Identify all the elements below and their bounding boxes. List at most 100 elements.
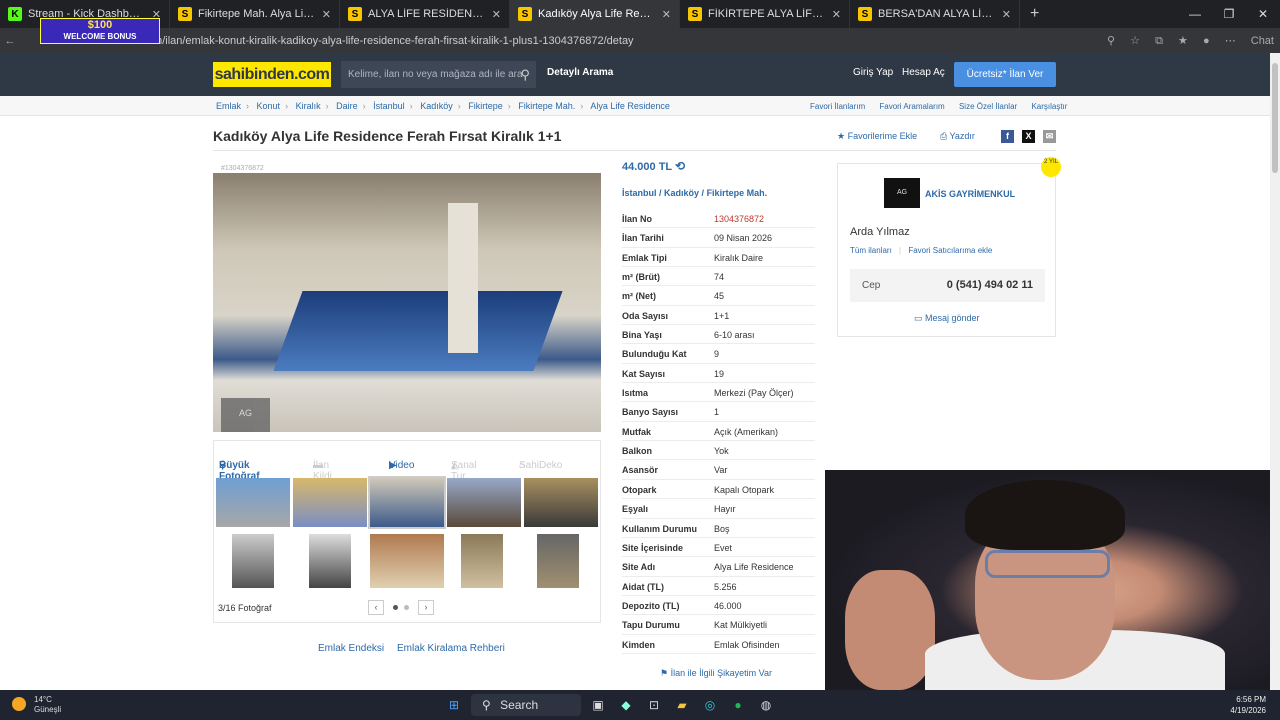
- compare-link[interactable]: Karşılaştır: [1031, 102, 1067, 111]
- taskbar-search[interactable]: ⚲ Search: [471, 694, 581, 716]
- breadcrumb-item[interactable]: Daire: [336, 101, 358, 111]
- location-district[interactable]: Kadıköy: [664, 188, 699, 198]
- spotify-icon[interactable]: ●: [727, 694, 749, 716]
- browser-tab[interactable]: S BERSA'DAN ALYA LİFE RESİDENCE ✕: [850, 0, 1020, 28]
- close-window-icon[interactable]: ✕: [1246, 0, 1280, 28]
- spec-label: Emlak Tipi: [622, 252, 667, 263]
- thumbnail[interactable]: [216, 478, 290, 527]
- task-view-icon[interactable]: ▣: [587, 694, 609, 716]
- back-icon[interactable]: ←: [0, 35, 20, 47]
- store-icon[interactable]: ⊡: [643, 694, 665, 716]
- breadcrumb-item[interactable]: Fikirtepe Mah.: [518, 101, 575, 111]
- close-icon[interactable]: ✕: [1002, 8, 1011, 21]
- close-icon[interactable]: ✕: [492, 8, 501, 21]
- register-link[interactable]: Hesap Aç: [902, 67, 945, 78]
- complaint-link[interactable]: ⚑ İlan ile İlgili Şikayetim Var: [660, 668, 772, 679]
- spec-value: Kapalı Otopark: [714, 484, 775, 495]
- print-link[interactable]: ⎙ Yazdır: [940, 131, 975, 142]
- spec-label: Depozito (TL): [622, 600, 680, 611]
- breadcrumb-item[interactable]: İstanbul: [373, 101, 405, 111]
- thumbnail[interactable]: [537, 534, 579, 588]
- phone-box: Cep 0 (541) 494 02 11: [850, 269, 1045, 302]
- phone-number[interactable]: 0 (541) 494 02 11: [947, 279, 1033, 291]
- minimize-icon[interactable]: —: [1178, 0, 1212, 28]
- copilot-button[interactable]: Chat: [1251, 35, 1274, 47]
- thumbnail[interactable]: [293, 478, 367, 527]
- zoom-icon[interactable]: ⚲: [1107, 35, 1115, 47]
- store-name[interactable]: AKİS GAYRİMENKUL: [925, 189, 1015, 199]
- advanced-search-link[interactable]: Detaylı Arama: [547, 67, 613, 78]
- scrollbar-thumb[interactable]: [1272, 63, 1278, 173]
- browser-tab[interactable]: S ALYA LİFE RESİDENCE DE 3 METRE ✕: [340, 0, 510, 28]
- add-favorite-link[interactable]: ★ Favorilerime Ekle: [837, 131, 917, 142]
- browser-tab[interactable]: S FİKİRTEPE ALYA LİFE SİTESİNDE, Gİ ✕: [680, 0, 850, 28]
- thumbnail-selected[interactable]: [368, 476, 446, 529]
- thumbnail[interactable]: [309, 534, 351, 588]
- profile-icon[interactable]: ●: [1203, 35, 1210, 47]
- location-neighborhood[interactable]: Fikirtepe Mah.: [707, 188, 768, 198]
- facebook-icon[interactable]: f: [1001, 130, 1014, 143]
- clock[interactable]: 6:56 PM 4/19/2026: [1230, 694, 1266, 716]
- post-ad-button[interactable]: Ücretsiz* İlan Ver: [954, 62, 1056, 87]
- app-icon[interactable]: ◍: [755, 694, 777, 716]
- login-link[interactable]: Giriş Yap: [853, 67, 893, 78]
- favorite-seller-link[interactable]: Favori Satıcılarıma ekle: [908, 246, 992, 255]
- spec-label: Bulunduğu Kat: [622, 349, 687, 360]
- new-tab-button[interactable]: +: [1030, 5, 1039, 23]
- rental-guide-link[interactable]: Emlak Kiralama Rehberi: [397, 643, 505, 654]
- all-ads-link[interactable]: Tüm ilanları: [850, 246, 892, 255]
- spec-label: Otopark: [622, 484, 657, 495]
- thumbnail[interactable]: [461, 534, 503, 588]
- location-city[interactable]: İstanbul: [622, 188, 657, 198]
- url-field[interactable]: den.com/ilan/emlak-konut-kiralik-kadikoy…: [120, 35, 1101, 47]
- folder-icon[interactable]: ▰: [671, 694, 693, 716]
- close-icon[interactable]: ✕: [832, 8, 841, 21]
- copilot-icon[interactable]: ◆: [615, 694, 637, 716]
- history-icon[interactable]: ⟲: [675, 159, 685, 173]
- search-input[interactable]: Kelime, ilan no veya mağaza adı ile ara ⚲: [341, 61, 536, 88]
- thumbnail[interactable]: [524, 478, 598, 527]
- x-icon[interactable]: X: [1022, 130, 1035, 143]
- browser-tab[interactable]: S Fikirtepe Mah. Alya Life Residence ✕: [170, 0, 340, 28]
- mail-icon[interactable]: ✉: [1043, 130, 1056, 143]
- close-icon[interactable]: ✕: [662, 8, 671, 21]
- spec-label: Mutfak: [622, 426, 651, 437]
- site-logo[interactable]: sahibinden.com: [213, 62, 331, 87]
- spec-row: Tapu Durumu Kat Mülkiyetli: [622, 615, 815, 635]
- breadcrumb-item[interactable]: Kadıköy: [420, 101, 453, 111]
- edge-icon[interactable]: ◎: [699, 694, 721, 716]
- spec-label: Isıtma: [622, 388, 649, 399]
- store-logo[interactable]: AG: [884, 178, 920, 208]
- send-message-link[interactable]: ▭ Mesaj gönder: [914, 313, 980, 324]
- weather-condition: Güneşli: [34, 705, 62, 714]
- breadcrumb-item[interactable]: Konut: [257, 101, 281, 111]
- prev-page-button[interactable]: ‹: [368, 600, 384, 615]
- breadcrumb-item[interactable]: Kiralık: [296, 101, 321, 111]
- special-listings-link[interactable]: Size Özel İlanlar: [959, 102, 1017, 111]
- favorite-listings-link[interactable]: Favori İlanlarım: [810, 102, 865, 111]
- spec-label: Kat Sayısı: [622, 368, 666, 379]
- maximize-icon[interactable]: ❐: [1212, 0, 1246, 28]
- main-photo[interactable]: AG: [213, 173, 601, 432]
- breadcrumb-item[interactable]: Emlak: [216, 101, 241, 111]
- scrollbar[interactable]: [1270, 53, 1280, 690]
- favorites-icon[interactable]: ★: [1178, 35, 1188, 47]
- page-dot-active[interactable]: [393, 605, 398, 610]
- search-icon[interactable]: ⚲: [520, 61, 530, 88]
- browser-tab-active[interactable]: S Kadıköy Alya Life Residence Feral ✕: [510, 0, 680, 28]
- weather-widget[interactable]: 14°C Güneşli: [12, 695, 61, 715]
- real-estate-index-link[interactable]: Emlak Endeksi: [318, 643, 384, 654]
- close-icon[interactable]: ✕: [322, 8, 331, 21]
- thumbnail[interactable]: [447, 478, 521, 527]
- breadcrumb-item[interactable]: Fikirtepe: [468, 101, 503, 111]
- extensions-icon[interactable]: ⧉: [1155, 35, 1163, 47]
- next-page-button[interactable]: ›: [418, 600, 434, 615]
- page-dot[interactable]: [404, 605, 409, 610]
- windows-start-icon[interactable]: ⊞: [443, 694, 465, 716]
- star-icon[interactable]: ☆: [1130, 35, 1140, 47]
- breadcrumb-item[interactable]: Alya Life Residence: [590, 101, 670, 111]
- thumbnail[interactable]: [370, 534, 444, 588]
- thumbnail[interactable]: [232, 534, 274, 588]
- menu-icon[interactable]: ⋯: [1225, 35, 1236, 47]
- favorite-searches-link[interactable]: Favori Aramalarım: [879, 102, 944, 111]
